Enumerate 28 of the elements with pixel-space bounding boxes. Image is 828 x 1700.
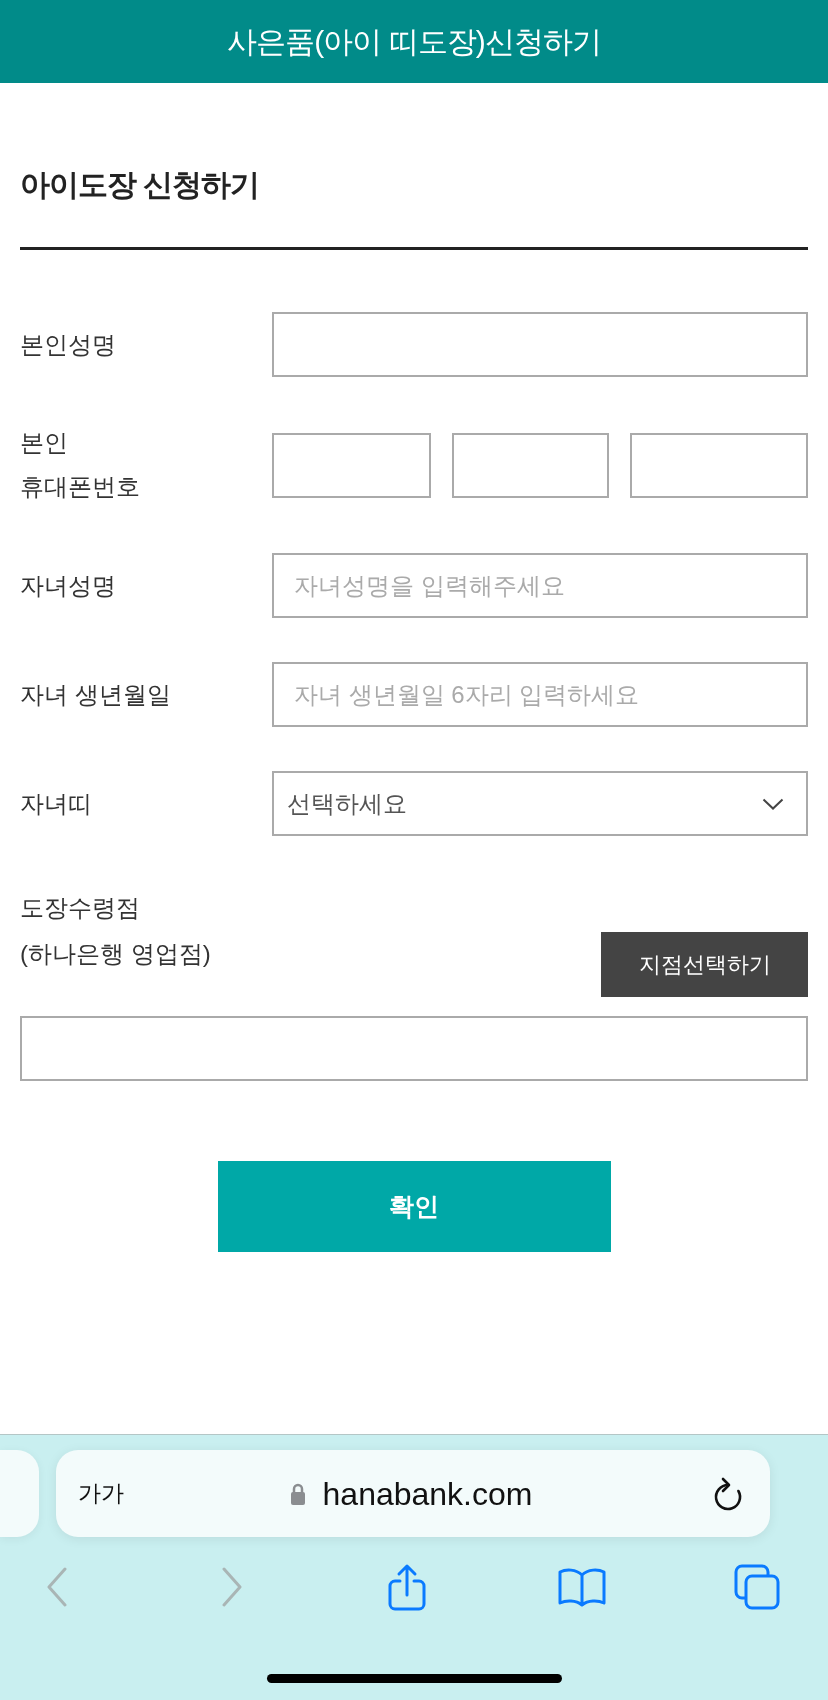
url-text: hanabank.com (322, 1474, 533, 1514)
text-field[interactable] (272, 312, 808, 377)
select-field[interactable]: 선택하세요 (272, 771, 808, 836)
chevron-right-icon (221, 1567, 243, 1607)
address-bar[interactable]: 가가 hanabank.com (56, 1450, 770, 1537)
field-label: 자녀성명 (20, 570, 116, 601)
field-label: 자녀띠 (20, 788, 92, 819)
tab-preview[interactable] (0, 1450, 39, 1537)
field-label: 도장수령점 (하나은행 영업점) (20, 893, 211, 969)
book-icon (558, 1567, 606, 1607)
text-field[interactable]: 자녀 생년월일 6자리 입력하세요 (272, 662, 808, 727)
phone-number-field[interactable] (451, 432, 610, 498)
header-title: 사은품(아이 띠도장)신청하기 (227, 23, 601, 60)
form-title: 아이도장 신청하기 (20, 167, 260, 203)
phone-number-field[interactable] (272, 432, 431, 498)
chevron-down-icon (762, 797, 784, 810)
field-label: 본인 휴대폰번호 (20, 428, 140, 502)
select-branch-button[interactable]: 지점선택하기 (601, 932, 808, 997)
field-label: 자녀 생년월일 (20, 679, 171, 710)
field-label: 본인성명 (20, 329, 116, 360)
phone-number-field[interactable] (630, 432, 808, 498)
branch-field[interactable] (20, 1016, 808, 1081)
chevron-left-icon (46, 1567, 68, 1607)
text-size-button[interactable]: 가가 (78, 1478, 124, 1509)
lock-icon (289, 1481, 306, 1506)
text-field[interactable]: 자녀성명을 입력해주세요 (272, 553, 808, 618)
share-icon (388, 1563, 426, 1611)
tabs-icon (734, 1564, 780, 1610)
